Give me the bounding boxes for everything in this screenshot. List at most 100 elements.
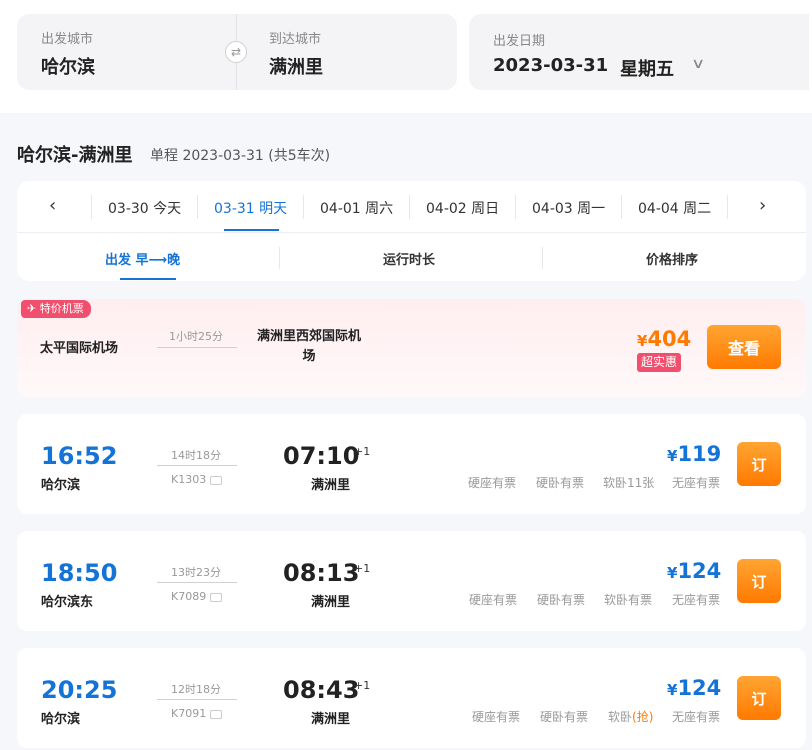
flight-to: 满洲里西郊国际机场 [256,329,361,364]
train-card[interactable]: 16:52 哈尔滨 14时18分 K1303 07:10 +1 满洲里 ¥119… [17,414,806,514]
divider [621,195,622,219]
seat-availability: 硬卧有票 [536,476,585,490]
divider [727,195,728,219]
train-number: K7091 [171,707,223,720]
train-price: ¥119 [667,442,721,466]
depart-time: 18:50 [41,559,118,587]
ticket-icon [210,475,223,485]
date-tab[interactable]: 04-01 周六 [320,198,393,218]
depart-station: 哈尔滨 [41,478,81,493]
from-city-value: 哈尔滨 [41,57,95,78]
date-field[interactable]: 出发日期 2023-03-31 星期五 ∨ [469,14,809,90]
train-duration: 13时23分 [171,566,221,579]
date-tabs: ‹ 03-30 今天 03-31 明天 04-01 周六 04-02 周日 04… [17,181,806,233]
view-flight-button[interactable]: 查看 [707,325,781,369]
seat-availability: 无座有票 [672,476,721,490]
seat-availability: 硬卧有票 [540,710,589,724]
train-price: ¥124 [667,676,721,700]
arrive-time: 07:10 [283,442,360,470]
seat-availability: 硬卧有票 [537,593,586,607]
chevron-down-icon[interactable]: ∨ [691,56,705,72]
train-number-text: K7089 [171,590,207,603]
sort-bar: 出发 早⟶晚 运行时长 价格排序 [17,233,806,281]
active-date-underline [224,229,279,231]
arrive-station: 满洲里 [311,478,351,493]
train-card[interactable]: 18:50 哈尔滨东 13时23分 K7089 08:13 +1 满洲里 ¥12… [17,531,806,631]
train-duration: 12时18分 [171,683,221,696]
train-number: K7089 [171,590,223,603]
seat-availability: 软卧11张 [603,476,655,490]
currency-symbol: ¥ [667,447,678,465]
seat-availability: 无座有票 [672,710,721,724]
route-title: 哈尔滨-满洲里 [17,145,133,166]
flight-price: ¥404 [637,327,691,351]
active-sort-underline [120,278,176,280]
depart-time: 20:25 [41,676,118,704]
city-selector: 出发城市 哈尔滨 ⇄ 到达城市 满洲里 [17,14,457,90]
date-tab[interactable]: 04-04 周二 [638,198,711,218]
divider [515,195,516,219]
day-offset: +1 [354,445,371,458]
depart-station: 哈尔滨东 [41,595,94,610]
train-price-value: 119 [677,442,722,466]
to-city-field[interactable]: 到达城市 满洲里 [269,28,323,79]
duration-line [157,699,237,700]
date-tab-active[interactable]: 03-31 明天 [214,198,287,218]
sort-duration[interactable]: 运行时长 [383,249,435,268]
search-panel: 出发城市 哈尔滨 ⇄ 到达城市 满洲里 出发日期 2023-03-31 星期五 … [0,0,812,113]
book-button[interactable]: 订 [737,442,781,486]
flight-promo-card[interactable]: ✈ 特价机票 太平国际机场 1小时25分 满洲里西郊国际机场 ¥404 超实惠 … [17,299,806,397]
date-value: 2023-03-31 [493,55,609,76]
grab-ticket-badge: (抢) [632,710,654,724]
divider [279,247,280,269]
arrive-station: 满洲里 [311,712,351,727]
chevron-right-icon[interactable]: › [759,195,766,216]
sort-depart[interactable]: 出发 早⟶晚 [105,249,180,268]
duration-line [157,465,237,466]
sort-price[interactable]: 价格排序 [646,249,698,268]
divider [303,195,304,219]
flight-from: 太平国际机场 [40,341,119,356]
to-city-value: 满洲里 [269,57,323,78]
weekday-value: 星期五 [620,59,674,80]
flight-tag: ✈ 特价机票 [21,300,91,318]
train-duration: 14时18分 [171,449,221,462]
seat-availability: 硬座有票 [472,710,521,724]
day-offset: +1 [354,679,371,692]
train-card[interactable]: 20:25 哈尔滨 12时18分 K7091 08:43 +1 满洲里 ¥124… [17,648,806,748]
to-city-label: 到达城市 [269,32,322,47]
train-price-value: 124 [677,559,722,583]
date-tab[interactable]: 04-02 周日 [426,198,499,218]
depart-time: 16:52 [41,442,118,470]
divider [197,195,198,219]
train-price: ¥124 [667,559,721,583]
seat-availability: 无座有票 [672,593,721,607]
date-tab[interactable]: 03-30 今天 [108,198,181,218]
chevron-left-icon[interactable]: ‹ [49,195,56,216]
duration-line [157,582,237,583]
ticket-icon [210,592,223,602]
from-city-field[interactable]: 出发城市 哈尔滨 [41,28,95,79]
route-subtitle: 单程 2023-03-31 (共5车次) [150,148,331,164]
date-tab[interactable]: 04-03 周一 [532,198,605,218]
seat-availability: 硬座有票 [469,593,518,607]
swap-icon[interactable]: ⇄ [225,41,247,63]
divider [409,195,410,219]
depart-station: 哈尔滨 [41,712,81,727]
seat-availability: 软卧(抢) [608,708,653,725]
seat-type: 软卧 [608,710,633,724]
seat-availability: 硬座有票 [468,476,517,490]
flight-price-value: 404 [647,327,692,351]
divider [91,195,92,219]
train-number: K1303 [171,473,223,486]
currency-symbol: ¥ [637,332,648,350]
arrive-station: 满洲里 [311,595,351,610]
flight-badge: 超实惠 [637,353,682,372]
book-button[interactable]: 订 [737,676,781,720]
divider [542,247,543,269]
day-offset: +1 [354,562,371,575]
flight-duration: 1小时25分 [169,330,223,343]
book-button[interactable]: 订 [737,559,781,603]
train-price-value: 124 [677,676,722,700]
ticket-icon [210,709,223,719]
